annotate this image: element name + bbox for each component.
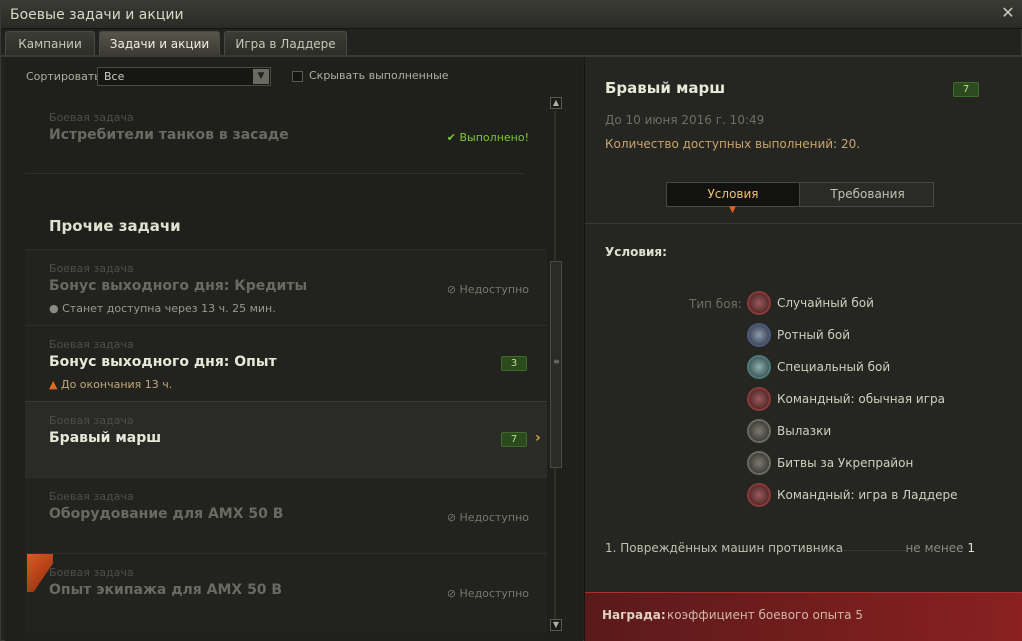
list-item[interactable]: Боевая задача Оборудование для AMX 50 B … — [25, 477, 547, 553]
detail-tabs: Условия Требования ▼ — [666, 182, 934, 215]
lock-icon: ⊘ — [446, 511, 460, 524]
hide-done-label: Скрывать выполненные — [309, 69, 449, 82]
detail-available: Количество доступных выполнений: 20. — [605, 137, 861, 151]
note-text: До окончания 13 ч. — [60, 378, 173, 391]
chevron-down-icon: ▼ — [729, 205, 736, 215]
battle-type-label: Специальный бой — [777, 360, 891, 374]
battle-type-label: Случайный бой — [777, 296, 874, 310]
quest-name: Бонус выходного дня: Кредиты — [49, 278, 308, 294]
quest-name: Бравый марш — [49, 430, 162, 446]
quest-kind: Боевая задача — [49, 338, 134, 351]
tab-conditions[interactable]: Условия — [667, 183, 800, 206]
quest-kind: Боевая задача — [49, 414, 134, 427]
criterion-cond: не менее — [905, 541, 964, 555]
list-item-selected[interactable]: Боевая задача Бравый марш 7 › — [25, 401, 547, 477]
quest-list-panel: Сортировать: Все ▼ Скрывать выполненные … — [5, 57, 583, 641]
close-icon[interactable]: ✕ — [1000, 5, 1016, 21]
scroll-thumb[interactable]: ≡ — [550, 261, 562, 468]
quests-window: Боевые задачи и акции ✕ Кампании Задачи … — [0, 0, 1022, 641]
count-badge: 7 — [501, 432, 527, 447]
quest-name: Оборудование для AMX 50 B — [49, 506, 284, 522]
scrollbar[interactable]: ▲ ≡ ▼ — [550, 97, 562, 632]
tab-quests[interactable]: Задачи и акции — [99, 31, 220, 56]
tab-campaigns[interactable]: Кампании — [5, 31, 95, 56]
sortie-icon — [747, 419, 771, 443]
note-text: Станет доступна через 13 ч. 25 мин. — [62, 302, 276, 315]
status-badge: ⊘ Недоступно — [447, 283, 529, 296]
stronghold-icon — [747, 451, 771, 475]
battle-type-label: Вылазки — [777, 424, 832, 438]
status-text: Недоступно — [459, 511, 529, 524]
criterion-text: 1. Повреждённых машин противника — [605, 541, 844, 555]
tab-requirements[interactable]: Требования — [801, 183, 934, 206]
quest-kind: Боевая задача — [49, 490, 134, 503]
divider — [585, 223, 1022, 224]
lock-icon: ⊘ — [446, 587, 460, 600]
team-battle-icon — [747, 387, 771, 411]
status-text: Недоступно — [459, 283, 529, 296]
quest-name: Бонус выходного дня: Опыт — [49, 354, 277, 370]
random-battle-icon — [747, 291, 771, 315]
special-battle-icon — [747, 355, 771, 379]
quest-name: Истребители танков в засаде — [49, 127, 289, 143]
list-item[interactable]: Боевая задача Бонус выходного дня: Опыт … — [25, 325, 547, 401]
list-item[interactable]: Боевая задача Опыт экипажа для AMX 50 B … — [25, 553, 547, 633]
list-item[interactable]: Боевая задача Бонус выходного дня: Креди… — [25, 249, 547, 325]
company-battle-icon — [747, 323, 771, 347]
quest-note: ● Станет доступна через 13 ч. 25 мин. — [49, 302, 276, 315]
title-bar: Боевые задачи и акции ✕ — [1, 1, 1022, 29]
battle-type-label: Командный: обычная игра — [777, 392, 945, 406]
quest-kind: Боевая задача — [49, 111, 134, 124]
window-title: Боевые задачи и акции — [10, 7, 184, 23]
chevron-down-icon[interactable]: ▼ — [253, 69, 269, 84]
hide-done-checkbox[interactable] — [292, 71, 303, 82]
scroll-down-icon[interactable]: ▼ — [550, 619, 562, 631]
reward-value: коэффициент боевого опыта 5 — [667, 608, 863, 622]
scroll-up-icon[interactable]: ▲ — [550, 97, 562, 109]
clock-icon: ● — [49, 302, 63, 315]
criterion-row: 1. Повреждённых машин противника не мене… — [605, 541, 975, 555]
conditions-title: Условия: — [605, 245, 667, 259]
status-badge: ⊘ Недоступно — [447, 587, 529, 600]
battle-type-label: Ротный бой — [777, 328, 851, 342]
quest-kind: Боевая задача — [49, 566, 134, 579]
quest-note: ▲ До окончания 13 ч. — [49, 378, 172, 391]
status-badge: ⊘ Недоступно — [447, 511, 529, 524]
lock-icon: ⊘ — [446, 283, 460, 296]
ladder-battle-icon — [747, 483, 771, 507]
detail-title: Бравый марш — [605, 79, 726, 97]
battle-type-label: Битвы за Укрепрайон — [777, 456, 914, 470]
battle-type-label: Командный: игра в Ладдере — [777, 488, 958, 502]
list-item[interactable]: Боевая задача Истребители танков в засад… — [25, 99, 547, 173]
chevron-right-icon: › — [535, 430, 541, 446]
sort-label: Сортировать: — [26, 70, 105, 83]
warning-icon: ▲ — [49, 378, 61, 391]
quest-detail-panel: Бравый марш 7 До 10 июня 2016 г. 10:49 К… — [584, 57, 1022, 641]
tab-ladder[interactable]: Игра в Ладдере — [224, 31, 347, 56]
dotted-leader — [815, 550, 905, 551]
divider — [25, 173, 525, 174]
sort-select[interactable]: Все ▼ — [97, 67, 271, 86]
criterion-value: не менее 1 — [905, 541, 975, 555]
detail-date: До 10 июня 2016 г. 10:49 — [605, 113, 765, 127]
quest-name: Опыт экипажа для AMX 50 B — [49, 582, 283, 598]
count-badge: 7 — [953, 82, 979, 97]
reward-label: Награда: — [602, 608, 666, 622]
status-text: Недоступно — [459, 587, 529, 600]
battle-type-label: Тип боя: — [689, 297, 742, 311]
status-badge: ✔ Выполнено! — [446, 131, 529, 144]
quest-kind: Боевая задача — [49, 262, 134, 275]
criterion-number: 1 — [967, 541, 975, 555]
count-badge: 3 — [501, 356, 527, 371]
reward-bar: Награда: коэффициент боевого опыта 5 — [585, 592, 1022, 641]
grip-icon: ≡ — [553, 357, 560, 366]
sort-value: Все — [104, 70, 125, 83]
section-title: Прочие задачи — [49, 217, 181, 235]
